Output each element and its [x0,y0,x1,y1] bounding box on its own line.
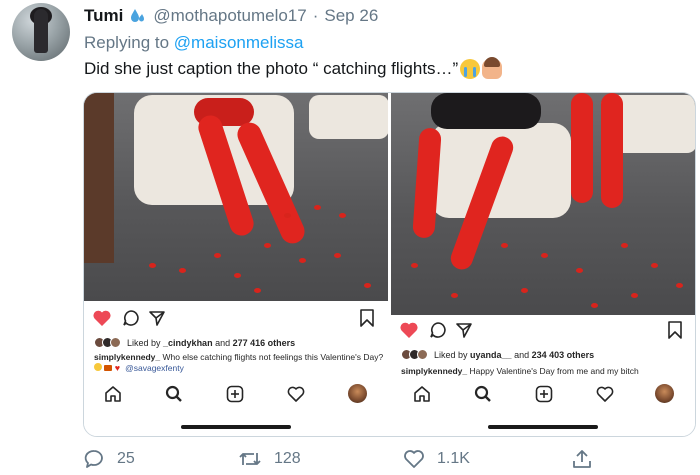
share-icon[interactable] [148,309,166,327]
caption-user[interactable]: simplykennedy_ [94,352,160,362]
search-icon[interactable] [474,385,492,403]
instagram-bottom-nav [391,381,695,411]
liked-user[interactable]: _cindykhan [163,338,213,348]
post-caption: simplykennedy_ Happy Valentine's Day fro… [401,366,693,377]
liked-count[interactable]: 234 403 others [532,350,595,360]
home-icon[interactable] [413,385,431,403]
retweet-action[interactable]: 128 [238,448,301,470]
tweet-media[interactable]: Liked by _cindykhan and 277 416 others s… [83,92,696,437]
liked-by: Liked by uyanda__ and 234 403 others [401,349,594,360]
post-caption: simplykennedy_ Who else catching flights… [94,352,384,374]
liked-and: and [514,349,530,360]
caption-mention[interactable]: @savagexfenty [125,363,184,373]
liker-avatars [94,337,121,348]
instagram-screenshot-right[interactable]: Liked by uyanda__ and 234 403 others sim… [391,93,695,436]
bookmark-icon[interactable] [667,321,683,339]
new-post-icon[interactable] [535,385,553,403]
tweet-date[interactable]: Sep 26 [324,6,378,26]
liked-user[interactable]: uyanda__ [470,350,512,360]
reply-count: 25 [117,450,135,467]
loudly-crying-face-icon [460,59,481,79]
avatar-figure [34,9,48,53]
liked-prefix: Liked by [127,337,161,348]
reply-prefix: Replying to [84,33,170,52]
liked-count[interactable]: 277 416 others [233,338,296,348]
post-actions [391,321,695,345]
new-post-icon[interactable] [226,385,244,403]
separator-dot: · [312,6,319,25]
tweet-actions: 25 128 1.1K [83,448,603,472]
caption-user[interactable]: simplykennedy_ [401,366,467,376]
liked-prefix: Liked by [434,349,468,360]
profile-avatar-icon[interactable] [348,384,367,403]
post-photo [84,93,388,301]
tweet-body: Did she just caption the photo “ catchin… [84,59,459,78]
home-indicator [488,425,598,429]
bookmark-icon[interactable] [359,309,375,327]
like-heart-icon [404,450,424,468]
liker-avatars [401,349,428,360]
search-icon[interactable] [165,385,183,403]
liked-by: Liked by _cindykhan and 277 416 others [94,337,295,348]
share-upload-icon [573,450,591,468]
caption-emojis: ♥ [94,363,125,373]
caption-text: Who else catching flights not feelings t… [162,352,384,362]
droplets-emoji-icon [129,7,147,25]
replying-to: Replying to @maisonmelissa [84,33,303,53]
profile-avatar-icon[interactable] [655,384,674,403]
like-action[interactable]: 1.1K [403,448,470,470]
comment-icon[interactable] [122,309,140,327]
reply-icon [84,450,103,468]
reply-mention-link[interactable]: @maisonmelissa [174,33,304,52]
activity-heart-icon[interactable] [596,385,614,403]
home-indicator [181,425,291,429]
reply-action[interactable]: 25 [83,448,135,470]
handle[interactable]: @mothapotumelo17 [153,6,306,26]
share-action[interactable] [571,448,593,470]
tweet-header: Tumi @mothapotumelo17 · Sep 26 [84,6,378,26]
heart-filled-icon[interactable] [92,309,112,327]
share-icon[interactable] [455,321,473,339]
instagram-screenshot-left[interactable]: Liked by _cindykhan and 277 416 others s… [84,93,388,436]
display-name[interactable]: Tumi [84,6,123,26]
post-actions [84,309,388,333]
home-icon[interactable] [104,385,122,403]
like-count: 1.1K [437,450,470,467]
post-photo [391,93,695,315]
woman-facepalming-icon [482,57,503,79]
avatar[interactable] [12,3,70,61]
activity-heart-icon[interactable] [287,385,305,403]
caption-text: Happy Valentine's Day from me and my bit… [469,366,639,376]
heart-filled-icon[interactable] [399,321,419,339]
retweet-count: 128 [274,450,301,467]
liked-and: and [215,337,231,348]
tweet-text: Did she just caption the photo “ catchin… [84,57,503,79]
retweet-icon [239,453,261,465]
comment-icon[interactable] [429,321,447,339]
instagram-bottom-nav [84,381,388,411]
